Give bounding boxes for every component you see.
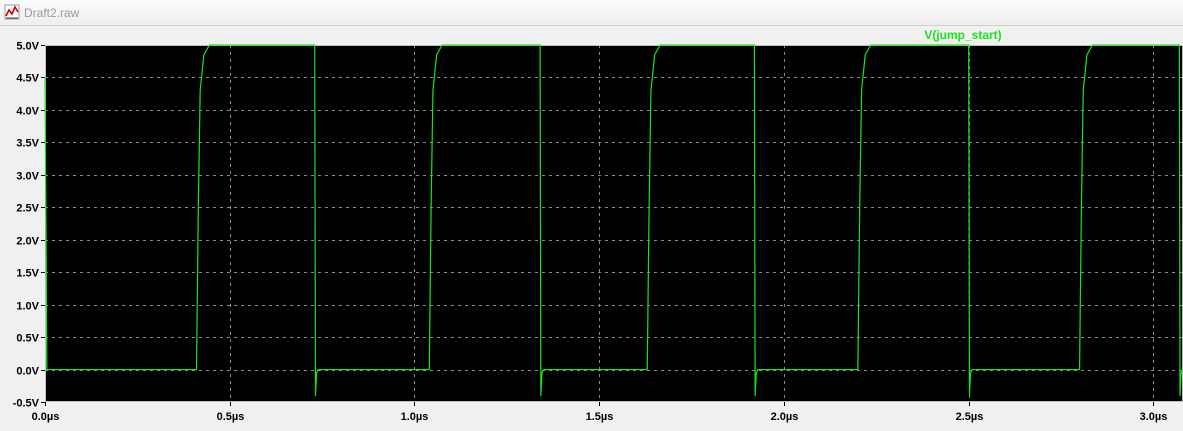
y-tick-label: 2.0V <box>16 236 39 248</box>
plot-background[interactable] <box>45 45 1183 402</box>
x-tick-label: 0.0µs <box>32 411 60 423</box>
waveform-viewer-window: Draft2.raw 5.0V 4.5V 4.0V 3.5V 3.0V 2.5V 2.0V 1… <box>0 0 1183 431</box>
window-titlebar[interactable]: Draft2.raw <box>0 0 1183 26</box>
x-tick-label: 0.5µs <box>217 411 245 423</box>
series-label-0[interactable]: V(jump_start) <box>924 28 1001 42</box>
x-tick-label: 2.5µs <box>956 411 984 423</box>
y-tick-label: 0.0V <box>16 366 39 378</box>
window-title: Draft2.raw <box>24 6 80 20</box>
x-tick-label: 1.5µs <box>586 411 614 423</box>
x-tick-label: 3.0µs <box>1140 411 1168 423</box>
y-tick-label: 4.5V <box>16 73 39 85</box>
waveform-plot[interactable]: 5.0V 4.5V 4.0V 3.5V 3.0V 2.5V 2.0V 1.5V 1.0V 0.5V… <box>0 26 1183 431</box>
y-tick-label: 4.0V <box>16 106 39 118</box>
y-tick-label: -0.5V <box>13 398 40 410</box>
waveform-chart-icon <box>4 4 20 20</box>
y-tick-label: 3.5V <box>16 138 39 150</box>
y-tick-label: 2.5V <box>16 203 39 215</box>
x-tick-label: 1.0µs <box>401 411 429 423</box>
y-tick-label: 0.5V <box>16 333 39 345</box>
plot-pane[interactable]: 5.0V 4.5V 4.0V 3.5V 3.0V 2.5V 2.0V 1.5V 1.0V 0.5V… <box>0 26 1183 431</box>
y-tick-label: 3.0V <box>16 171 39 183</box>
y-tick-label: 5.0V <box>16 41 39 53</box>
x-tick-label: 2.0µs <box>771 411 799 423</box>
y-tick-label: 1.5V <box>16 268 39 280</box>
y-tick-label: 1.0V <box>16 301 39 313</box>
